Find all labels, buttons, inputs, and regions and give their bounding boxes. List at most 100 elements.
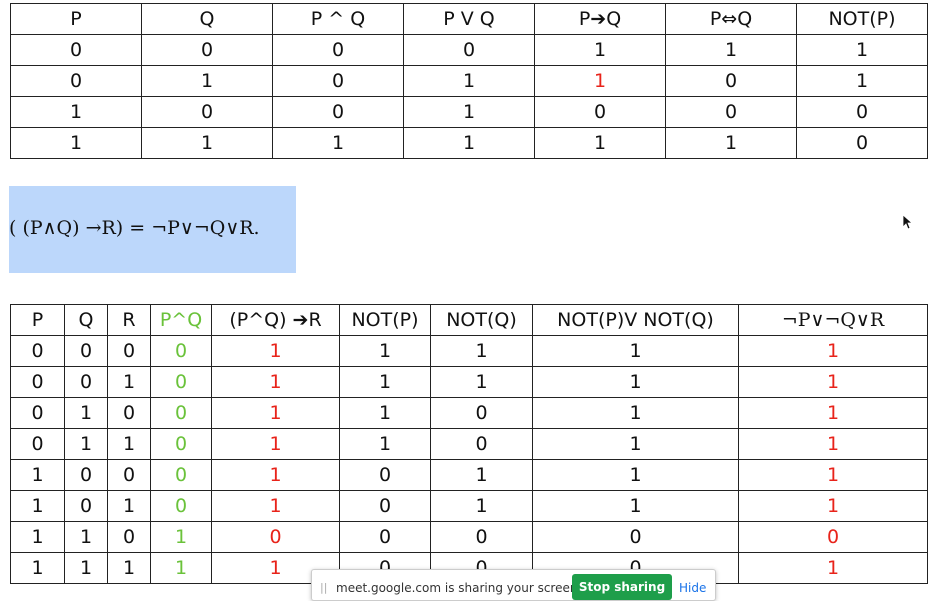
cell: 0 <box>272 96 404 128</box>
cell: 1 <box>430 459 533 491</box>
cell: 1 <box>532 397 739 429</box>
cell: 0 <box>403 34 535 66</box>
cell: 0 <box>738 521 928 553</box>
table-row: 110100000 <box>10 521 928 553</box>
header-not-p: NOT(P) <box>796 3 928 35</box>
cell: 0 <box>211 521 340 553</box>
table-row: 001011111 <box>10 366 928 398</box>
cell: 1 <box>211 490 340 522</box>
cell: 1 <box>796 65 928 97</box>
cell: 1 <box>738 490 928 522</box>
cell: 0 <box>339 490 431 522</box>
header-not-p-or-not-q-or-r: ¬P∨¬Q∨R <box>738 304 928 336</box>
cell: 1 <box>430 366 533 398</box>
cell: 1 <box>10 459 65 491</box>
table-row: 010011011 <box>10 397 928 429</box>
cell: 0 <box>64 335 108 367</box>
cell: 1 <box>534 127 666 159</box>
cell: 0 <box>339 521 431 553</box>
cell: 1 <box>141 65 273 97</box>
cell: 0 <box>64 459 108 491</box>
cell: 0 <box>534 96 666 128</box>
header-r: R <box>107 304 151 336</box>
cell: 0 <box>64 366 108 398</box>
table-row: 011011011 <box>10 428 928 460</box>
cell: 1 <box>211 335 340 367</box>
cell: 1 <box>665 34 797 66</box>
cell: 1 <box>10 127 142 159</box>
cell: 1 <box>738 428 928 460</box>
cell: 0 <box>107 521 151 553</box>
cell: 1 <box>532 366 739 398</box>
expression-table-body: 0000111110010111110100110110110110111000… <box>10 335 928 584</box>
cell: 1 <box>272 127 404 159</box>
cell: 1 <box>64 552 108 584</box>
table-row: 101010111 <box>10 490 928 522</box>
cell: 0 <box>665 96 797 128</box>
cell: 1 <box>211 459 340 491</box>
cell: 1 <box>107 428 151 460</box>
header-p: P <box>10 304 65 336</box>
cell: 1 <box>738 459 928 491</box>
cell: 1 <box>150 552 212 584</box>
cell: 0 <box>150 366 212 398</box>
cell: 1 <box>10 96 142 128</box>
cell: 1 <box>339 428 431 460</box>
screen-share-bar: || meet.google.com is sharing your scree… <box>311 569 716 601</box>
cell: 1 <box>532 335 739 367</box>
cell: 1 <box>64 521 108 553</box>
table-row: 0 0 0 0 1 1 1 <box>10 34 928 66</box>
cell: 0 <box>141 96 273 128</box>
header-p-or-q: P V Q <box>403 3 535 35</box>
cell: 1 <box>403 96 535 128</box>
stop-sharing-button[interactable]: Stop sharing <box>572 574 672 600</box>
cell: 0 <box>272 34 404 66</box>
cell: 1 <box>141 127 273 159</box>
cell: 0 <box>150 459 212 491</box>
cell: 1 <box>339 366 431 398</box>
cell: 0 <box>10 34 142 66</box>
header-not-p: NOT(P) <box>339 304 431 336</box>
cell: 0 <box>796 127 928 159</box>
cell: 0 <box>532 521 739 553</box>
cell: 0 <box>10 397 65 429</box>
table-row: 0 1 0 1 1 0 1 <box>10 65 928 97</box>
expression-table-header-row: P Q R P^Q (P^Q) ➔R NOT(P) NOT(Q) NOT(P)V… <box>10 304 928 336</box>
cell: 1 <box>211 397 340 429</box>
header-p: P <box>10 3 142 35</box>
cell: 0 <box>150 335 212 367</box>
cell: 0 <box>796 96 928 128</box>
cell: 1 <box>430 490 533 522</box>
cell: 1 <box>150 521 212 553</box>
cell: 1 <box>534 34 666 66</box>
header-q: Q <box>64 304 108 336</box>
cell: 1 <box>403 127 535 159</box>
cell: 0 <box>665 65 797 97</box>
cell: 1 <box>532 428 739 460</box>
cell: 1 <box>532 459 739 491</box>
cell: 0 <box>150 397 212 429</box>
cell: 1 <box>10 490 65 522</box>
cell: 1 <box>339 397 431 429</box>
cell: 1 <box>64 428 108 460</box>
cell: 0 <box>430 397 533 429</box>
cell: 1 <box>738 397 928 429</box>
hide-link[interactable]: Hide <box>679 581 706 595</box>
cell: 0 <box>107 335 151 367</box>
header-p-iff-q: P⇔Q <box>665 3 797 35</box>
cell: 0 <box>150 428 212 460</box>
cell: 1 <box>10 521 65 553</box>
drag-handle-icon[interactable]: || <box>320 581 327 594</box>
cell: 0 <box>430 521 533 553</box>
cell: 1 <box>107 490 151 522</box>
table-row: 000011111 <box>10 335 928 367</box>
formula-highlight: ( (P∧Q) →R) = ¬P∨¬Q∨R. <box>9 186 296 273</box>
table-row: 1 0 0 1 0 0 0 <box>10 96 928 128</box>
table-row: 100010111 <box>10 459 928 491</box>
cell: 1 <box>532 490 739 522</box>
formula-text: ( (P∧Q) →R) = ¬P∨¬Q∨R. <box>9 217 260 239</box>
header-p-implies-q: P➔Q <box>534 3 666 35</box>
cell: 1 <box>339 335 431 367</box>
cell: 1 <box>738 366 928 398</box>
cell: 0 <box>339 459 431 491</box>
